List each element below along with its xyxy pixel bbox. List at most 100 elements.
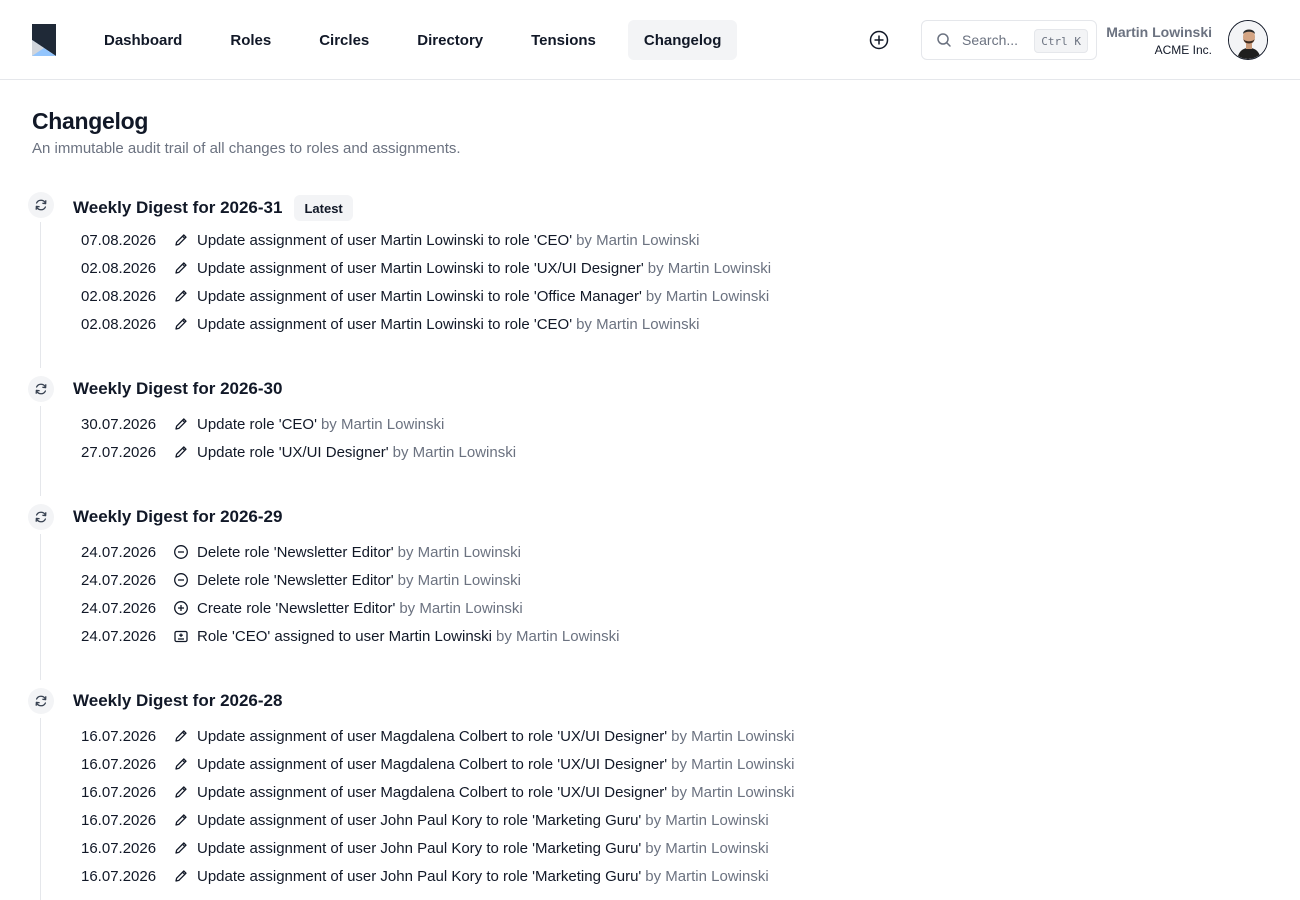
nav-item-roles[interactable]: Roles — [214, 20, 287, 60]
entry-date: 30.07.2026 — [81, 415, 157, 433]
digest-section: Weekly Digest for 2026-31 Latest 07.08.2… — [28, 192, 1028, 372]
pencil-icon — [173, 254, 197, 282]
search-shortcut-hint: Ctrl K — [1034, 29, 1088, 53]
changelog-entry: 16.07.2026 Update assignment of user Joh… — [81, 834, 795, 862]
entry-author: by Martin Lowinski — [392, 443, 517, 461]
add-button[interactable] — [866, 27, 892, 53]
changelog-entry: 16.07.2026 Update assignment of user Mag… — [81, 778, 795, 806]
entry-text: Update assignment of user Magdalena Colb… — [197, 783, 668, 801]
digest-entries: 24.07.2026 Delete role 'Newsletter Edito… — [81, 538, 619, 650]
entry-date: 24.07.2026 — [81, 571, 157, 589]
user-org: ACME Inc. — [1154, 43, 1212, 57]
changelog-entry: 02.08.2026 Update assignment of user Mar… — [81, 254, 771, 282]
pencil-icon — [173, 410, 197, 438]
changelog-entry: 24.07.2026 Delete role 'Newsletter Edito… — [81, 566, 619, 594]
entry-author: by Martin Lowinski — [645, 839, 769, 857]
refresh-icon — [28, 376, 54, 402]
digest-entries: 07.08.2026 Update assignment of user Mar… — [81, 226, 771, 338]
changelog-entry: 30.07.2026 Update role 'CEO' by Martin L… — [81, 410, 516, 438]
top-navbar: Dashboard Roles Circles Directory Tensio… — [0, 0, 1300, 80]
changelog-entry: 24.07.2026 Create role 'Newsletter Edito… — [81, 594, 619, 622]
pencil-icon — [173, 778, 197, 806]
pencil-icon — [173, 722, 197, 750]
changelog-entry: 16.07.2026 Update assignment of user Joh… — [81, 862, 795, 890]
entry-text: Delete role 'Newsletter Editor' — [197, 543, 394, 561]
user-name: Martin Lowinski — [1106, 24, 1212, 40]
entry-text: Update role 'UX/UI Designer' — [197, 443, 389, 461]
entry-text: Update assignment of user Martin Lowinsk… — [197, 231, 573, 249]
entry-author: by Martin Lowinski — [399, 599, 523, 617]
entry-author: by Martin Lowinski — [576, 231, 700, 249]
entry-text: Delete role 'Newsletter Editor' — [197, 571, 394, 589]
entry-text: Update assignment of user Magdalena Colb… — [197, 727, 668, 745]
changelog-entry: 16.07.2026 Update assignment of user Joh… — [81, 806, 795, 834]
digest-section: Weekly Digest for 2026-29 24.07.2026 Del… — [28, 504, 1028, 684]
changelog-entry: 02.08.2026 Update assignment of user Mar… — [81, 310, 771, 338]
entry-text: Update assignment of user John Paul Kory… — [197, 839, 642, 857]
changelog-entry: 27.07.2026 Update role 'UX/UI Designer' … — [81, 438, 516, 466]
digest-title: Weekly Digest for 2026-30 — [73, 379, 282, 399]
search-placeholder: Search... — [962, 32, 1019, 48]
pencil-icon — [173, 750, 197, 778]
entry-author: by Martin Lowinski — [397, 543, 522, 561]
changelog-entry: 16.07.2026 Update assignment of user Mag… — [81, 722, 795, 750]
pencil-icon — [173, 310, 197, 338]
app-logo[interactable] — [32, 24, 56, 56]
user-info[interactable]: Martin Lowinski ACME Inc. — [1106, 24, 1212, 57]
entry-author: by Martin Lowinski — [576, 315, 700, 333]
entry-author: by Martin Lowinski — [647, 259, 772, 277]
nav-item-dashboard[interactable]: Dashboard — [88, 20, 198, 60]
page-subtitle: An immutable audit trail of all changes … — [32, 140, 461, 157]
refresh-icon — [28, 192, 54, 218]
entry-date: 16.07.2026 — [81, 783, 157, 801]
digest-section: Weekly Digest for 2026-30 30.07.2026 Upd… — [28, 376, 1028, 500]
nav-item-circles[interactable]: Circles — [303, 20, 385, 60]
timeline-line — [40, 222, 41, 368]
entry-text: Update assignment of user Martin Lowinsk… — [197, 315, 573, 333]
refresh-icon — [28, 504, 54, 530]
search-input[interactable]: Search... Ctrl K — [921, 20, 1097, 60]
changelog-entry: 16.07.2026 Update assignment of user Mag… — [81, 750, 795, 778]
entry-text: Update assignment of user Martin Lowinsk… — [197, 259, 644, 277]
entry-author: by Martin Lowinski — [671, 783, 795, 801]
entry-author: by Martin Lowinski — [397, 571, 522, 589]
entry-author: by Martin Lowinski — [320, 415, 445, 433]
minus-circle-icon — [173, 538, 197, 566]
plus-circle-icon — [173, 594, 197, 622]
entry-date: 07.08.2026 — [81, 231, 157, 249]
digest-title: Weekly Digest for 2026-28 — [73, 691, 282, 711]
nav-item-tensions[interactable]: Tensions — [515, 20, 612, 60]
timeline-line — [40, 534, 41, 680]
nav-item-changelog[interactable]: Changelog — [627, 20, 738, 60]
changelog-entry: 24.07.2026 Delete role 'Newsletter Edito… — [81, 538, 619, 566]
entry-date: 16.07.2026 — [81, 839, 157, 857]
pencil-icon — [173, 862, 197, 890]
digest-title-text: Weekly Digest for 2026-29 — [73, 507, 283, 526]
entry-author: by Martin Lowinski — [671, 755, 795, 773]
refresh-icon — [28, 688, 54, 714]
entry-date: 27.07.2026 — [81, 443, 157, 461]
main-nav: Dashboard Roles Circles Directory Tensio… — [88, 20, 753, 60]
entry-date: 16.07.2026 — [81, 727, 157, 745]
entry-author: by Martin Lowinski — [645, 867, 769, 885]
digest-entries: 30.07.2026 Update role 'CEO' by Martin L… — [81, 410, 516, 466]
entry-date: 16.07.2026 — [81, 755, 157, 773]
timeline-line — [40, 406, 41, 496]
entry-text: Update assignment of user Magdalena Colb… — [197, 755, 668, 773]
entry-date: 24.07.2026 — [81, 543, 157, 561]
digest-title: Weekly Digest for 2026-31 Latest — [73, 195, 353, 221]
entry-date: 02.08.2026 — [81, 287, 157, 305]
page-title: Changelog — [32, 108, 149, 134]
entry-date: 16.07.2026 — [81, 867, 157, 885]
changelog-entry: 24.07.2026 Role 'CEO' assigned to user M… — [81, 622, 619, 650]
pencil-icon — [173, 282, 197, 310]
search-icon — [936, 31, 954, 49]
digest-entries: 16.07.2026 Update assignment of user Mag… — [81, 722, 795, 890]
digest-title-text: Weekly Digest for 2026-31 — [73, 198, 283, 217]
entry-date: 16.07.2026 — [81, 811, 157, 829]
entry-date: 02.08.2026 — [81, 315, 157, 333]
nav-item-directory[interactable]: Directory — [401, 20, 499, 60]
avatar[interactable] — [1228, 20, 1268, 60]
entry-author: by Martin Lowinski — [645, 811, 769, 829]
entry-text: Update assignment of user Martin Lowinsk… — [197, 287, 642, 305]
